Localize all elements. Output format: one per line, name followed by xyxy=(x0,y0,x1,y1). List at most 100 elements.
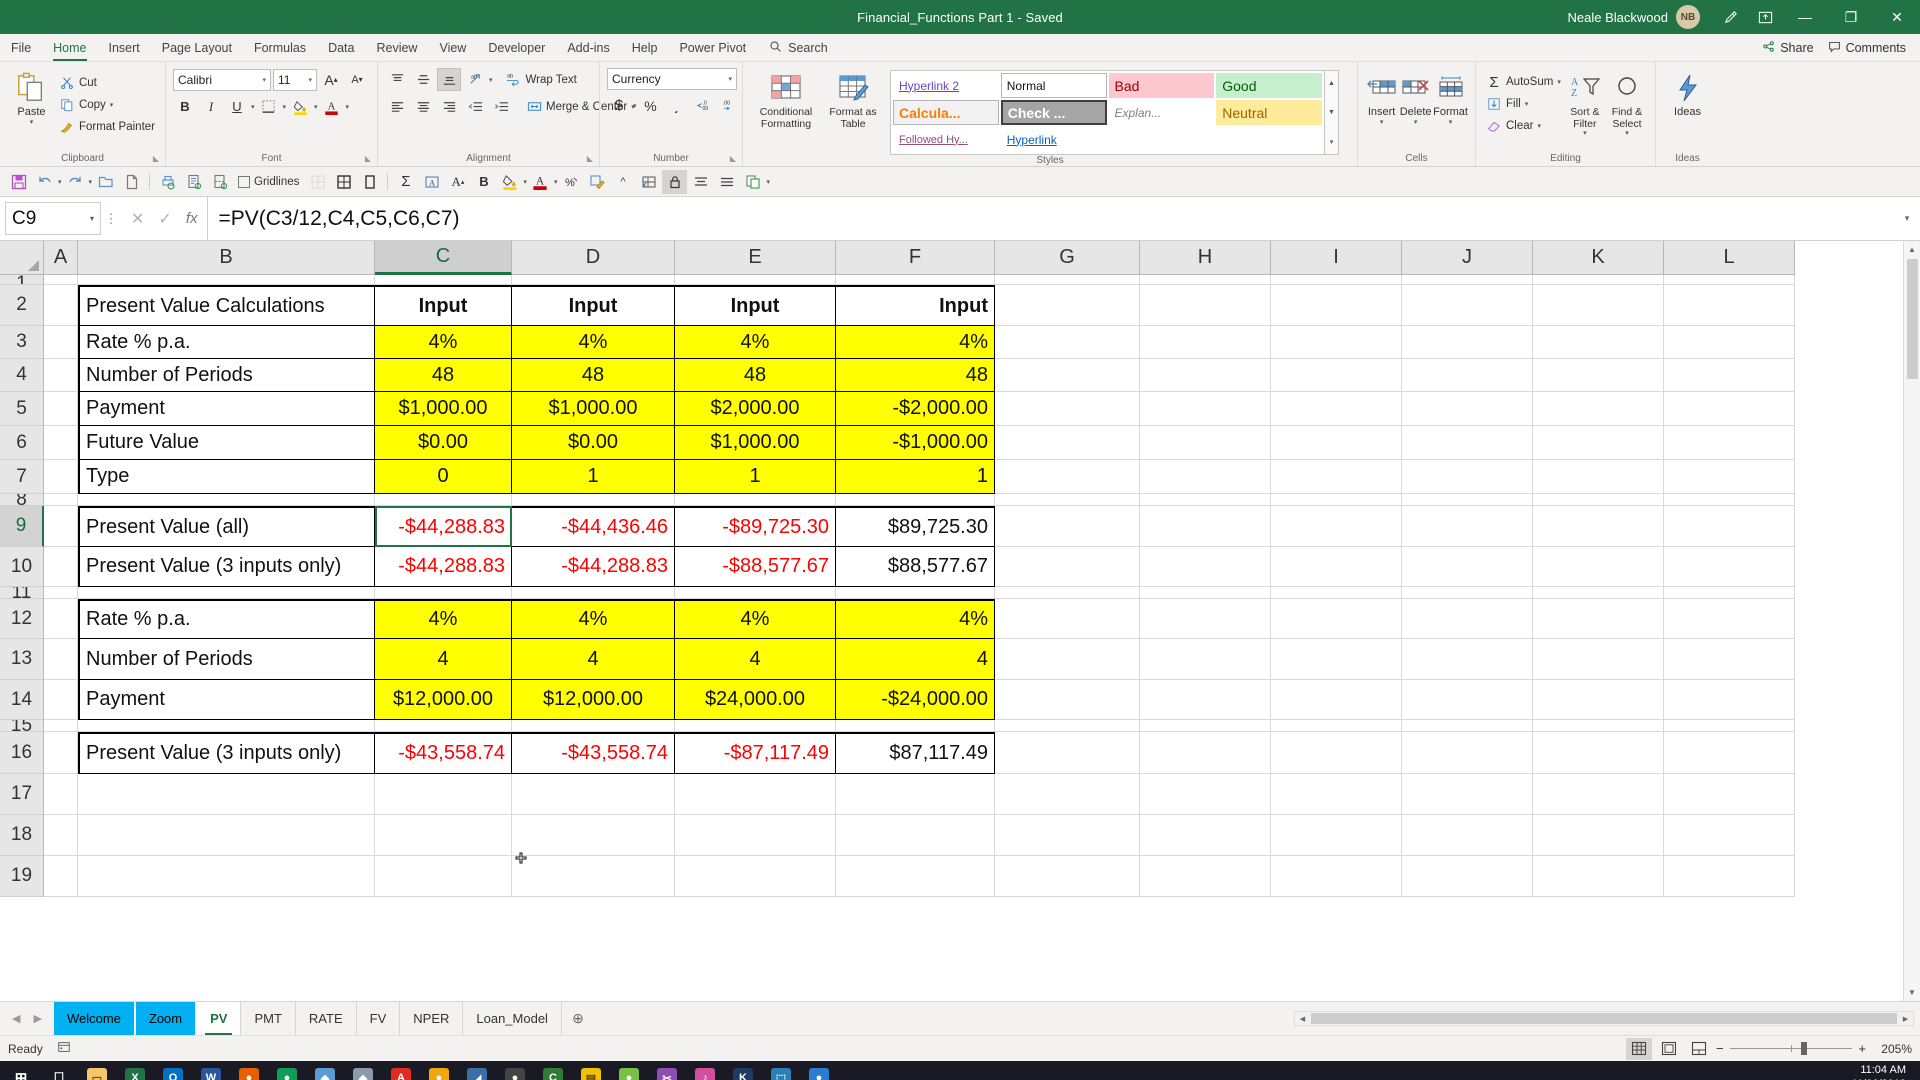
cell-J6[interactable] xyxy=(1402,426,1533,460)
cell-I17[interactable] xyxy=(1271,774,1402,815)
sort-filter-dropdown-arrow[interactable]: ▾ xyxy=(1583,130,1587,138)
cell-G7[interactable] xyxy=(995,460,1140,494)
pen-icon[interactable] xyxy=(1714,0,1748,34)
cell-E5[interactable]: $2,000.00 xyxy=(675,392,836,426)
cell-B11[interactable] xyxy=(78,587,375,599)
cell-I7[interactable] xyxy=(1271,460,1402,494)
cell-F8[interactable] xyxy=(836,494,995,506)
style-good[interactable]: Good xyxy=(1216,73,1322,98)
sheet-tab-fv[interactable]: FV xyxy=(357,1002,401,1035)
cell-K19[interactable] xyxy=(1533,856,1664,897)
row-header-3[interactable]: 3 xyxy=(0,326,44,359)
tab-view[interactable]: View xyxy=(428,34,477,61)
cell-H18[interactable] xyxy=(1140,815,1271,856)
cell-B14[interactable]: Payment xyxy=(78,680,375,720)
align-justify-qat-icon[interactable] xyxy=(714,170,739,194)
cell-G18[interactable] xyxy=(995,815,1140,856)
cell-C9[interactable]: -$44,288.83 xyxy=(375,506,512,547)
cell-H11[interactable] xyxy=(1140,587,1271,599)
column-header-f[interactable]: F xyxy=(836,241,995,275)
name-box-dropdown-arrow[interactable]: ▾ xyxy=(90,214,94,223)
cell-I4[interactable] xyxy=(1271,359,1402,392)
cell-F11[interactable] xyxy=(836,587,995,599)
cell-A2[interactable] xyxy=(44,285,78,326)
cell-D7[interactable]: 1 xyxy=(512,460,675,494)
cut-button[interactable]: Cut xyxy=(56,72,158,94)
font-color-dropdown-arrow[interactable]: ▾ xyxy=(346,103,350,111)
cell-H15[interactable] xyxy=(1140,720,1271,732)
cell-J13[interactable] xyxy=(1402,639,1533,680)
cell-styles-gallery[interactable]: Hyperlink 2 Normal Bad Good Calcula... C… xyxy=(890,70,1325,155)
cell-D14[interactable]: $12,000.00 xyxy=(512,680,675,720)
paste-special-qat-icon[interactable] xyxy=(740,170,765,194)
decrease-decimal-button[interactable]: .00 xyxy=(717,94,741,117)
bold-button[interactable]: B xyxy=(173,95,197,118)
fill-color-qat-arrow[interactable]: ▾ xyxy=(523,178,527,186)
tab-help[interactable]: Help xyxy=(621,34,669,61)
enter-formula-button[interactable]: ✓ xyxy=(158,209,171,229)
underline-dropdown-arrow[interactable]: ▾ xyxy=(251,103,255,111)
tab-file[interactable]: File xyxy=(0,34,42,61)
cell-J19[interactable] xyxy=(1402,856,1533,897)
cell-D19[interactable] xyxy=(512,856,675,897)
accessibility-icon[interactable] xyxy=(57,1040,71,1057)
cell-G15[interactable] xyxy=(995,720,1140,732)
cell-B13[interactable]: Number of Periods xyxy=(78,639,375,680)
cell-C5[interactable]: $1,000.00 xyxy=(375,392,512,426)
fill-color-dropdown-arrow[interactable]: ▾ xyxy=(314,103,318,111)
cell-L5[interactable] xyxy=(1664,392,1795,426)
cell-D12[interactable]: 4% xyxy=(512,599,675,639)
taskbar-app-chart-icon[interactable]: ◢ xyxy=(458,1061,496,1080)
cell-D9[interactable]: -$44,436.46 xyxy=(512,506,675,547)
cell-D8[interactable] xyxy=(512,494,675,506)
cell-D13[interactable]: 4 xyxy=(512,639,675,680)
style-calculation[interactable]: Calcula... xyxy=(893,100,999,125)
row-header-19[interactable]: 19 xyxy=(0,856,44,897)
underline-button[interactable]: U xyxy=(225,95,249,118)
cell-I3[interactable] xyxy=(1271,326,1402,359)
cell-C16[interactable]: -$43,558.74 xyxy=(375,732,512,774)
taskbar-browser-green-icon[interactable]: ● xyxy=(268,1061,306,1080)
cell-A19[interactable] xyxy=(44,856,78,897)
cell-J10[interactable] xyxy=(1402,547,1533,587)
row-header-14[interactable]: 14 xyxy=(0,680,44,720)
orientation-dropdown-arrow[interactable]: ▾ xyxy=(489,76,493,84)
cell-I11[interactable] xyxy=(1271,587,1402,599)
copy-dropdown-arrow[interactable]: ▾ xyxy=(110,101,114,109)
tab-page-layout[interactable]: Page Layout xyxy=(151,34,243,61)
sheet-tab-welcome[interactable]: Welcome xyxy=(53,1002,135,1035)
normal-view-button[interactable] xyxy=(1626,1037,1652,1060)
gridlines-checkbox[interactable] xyxy=(238,175,251,188)
cell-A3[interactable] xyxy=(44,326,78,359)
insert-cells-button[interactable]: Insert ▾ xyxy=(1365,68,1398,127)
zoom-thumb[interactable] xyxy=(1800,1042,1807,1055)
cell-D3[interactable]: 4% xyxy=(512,326,675,359)
cell-J4[interactable] xyxy=(1402,359,1533,392)
vertical-scrollbar[interactable]: ▲ ▼ xyxy=(1903,241,1920,1001)
ideas-button[interactable]: Ideas xyxy=(1663,68,1712,119)
cell-I12[interactable] xyxy=(1271,599,1402,639)
cell-C13[interactable]: 4 xyxy=(375,639,512,680)
cell-L6[interactable] xyxy=(1664,426,1795,460)
cell-K1[interactable] xyxy=(1533,275,1664,285)
cell-E13[interactable]: 4 xyxy=(675,639,836,680)
cell-H5[interactable] xyxy=(1140,392,1271,426)
cell-A8[interactable] xyxy=(44,494,78,506)
cell-E3[interactable]: 4% xyxy=(675,326,836,359)
taskbar-app-x-blue-icon[interactable]: K xyxy=(724,1061,762,1080)
cell-H13[interactable] xyxy=(1140,639,1271,680)
cell-F9[interactable]: $89,725.30 xyxy=(836,506,995,547)
cell-I18[interactable] xyxy=(1271,815,1402,856)
borders-box-icon[interactable] xyxy=(357,170,382,194)
increase-font-qat-icon[interactable]: A ▴ xyxy=(445,170,470,194)
taskbar-acrobat-icon[interactable]: A xyxy=(382,1061,420,1080)
cell-H16[interactable] xyxy=(1140,732,1271,774)
cell-E7[interactable]: 1 xyxy=(675,460,836,494)
cell-B10[interactable]: Present Value (3 inputs only) xyxy=(78,547,375,587)
autosum-button[interactable]: Σ AutoSum ▾ xyxy=(1483,71,1564,93)
font-color-button[interactable]: A xyxy=(320,95,344,118)
wrap-text-button[interactable]: ab Wrap Text xyxy=(503,69,580,91)
format-dropdown-arrow[interactable]: ▾ xyxy=(1449,119,1453,127)
row-header-5[interactable]: 5 xyxy=(0,392,44,426)
sheet-tab-loan_model[interactable]: Loan_Model xyxy=(463,1002,562,1035)
